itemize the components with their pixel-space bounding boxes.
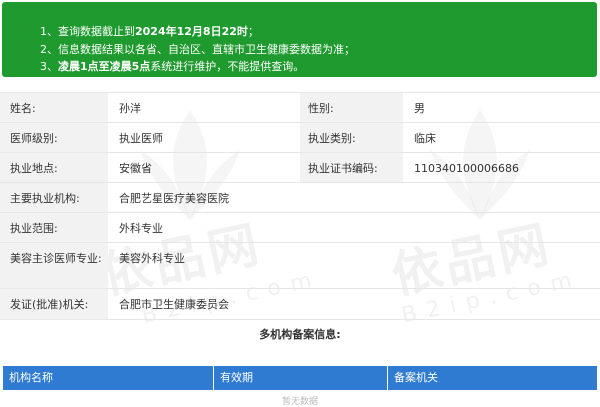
- location-value: 安徽省: [119, 162, 152, 175]
- info-row: 医师级别: 执业医师 执业类别: 临床: [0, 122, 600, 153]
- multi-institution-table-header: 机构名称 有效期 备案机关: [3, 366, 597, 390]
- column-header-authority: 备案机关: [394, 371, 438, 384]
- institution-label: 主要执业机构:: [0, 183, 108, 213]
- cert-value: 110340100006686: [414, 162, 519, 175]
- column-header-institution: 机构名称: [3, 366, 214, 390]
- notice-banner: 1、查询数据截止到2024年12月8日22时； 2、信息数据结果以各省、自治区、…: [2, 2, 597, 77]
- scope-label: 执业范围:: [0, 213, 108, 243]
- notice-line-3: 3、凌晨1点至凌晨5点系统进行维护，不能提供查询。: [40, 60, 305, 73]
- info-row: 主要执业机构: 合肥艺星医疗美容医院: [0, 182, 600, 213]
- name-value: 孙洋: [119, 102, 141, 115]
- issuer-value: 合肥市卫生健康委员会: [119, 298, 229, 311]
- scope-value: 外科专业: [119, 222, 163, 235]
- multi-institution-title: 多机构备案信息:: [259, 328, 341, 341]
- column-header-validity: 有效期: [214, 366, 388, 390]
- cert-label: 执业证书编码:: [300, 153, 403, 183]
- notice-line-2: 2、信息数据结果以各省、自治区、直辖市卫生健康委数据为准；: [40, 43, 355, 56]
- info-row: 姓名: 孙洋 性别: 男: [0, 92, 600, 123]
- category-label: 执业类别:: [300, 123, 403, 153]
- issuer-label: 发证(批准)机关:: [0, 289, 108, 319]
- notice-line-1: 1、查询数据截止到2024年12月8日22时；: [40, 25, 259, 38]
- cosmetic-value: 美容外科专业: [119, 252, 185, 265]
- name-label: 姓名:: [0, 93, 108, 123]
- institution-value: 合肥艺星医疗美容医院: [119, 192, 229, 205]
- info-row: 执业地点: 安徽省 执业证书编码: 110340100006686: [0, 152, 600, 183]
- category-value: 临床: [414, 132, 436, 145]
- gender-value: 男: [414, 102, 425, 115]
- level-value: 执业医师: [119, 132, 163, 145]
- info-row: 执业范围: 外科专业: [0, 212, 600, 243]
- level-label: 医师级别:: [0, 123, 108, 153]
- gender-label: 性别:: [300, 93, 403, 123]
- info-row: 发证(批准)机关: 合肥市卫生健康委员会: [0, 288, 600, 320]
- location-label: 执业地点:: [0, 153, 108, 183]
- info-row: 美容主诊医师专业: 美容外科专业: [0, 242, 600, 289]
- cosmetic-label: 美容主诊医师专业:: [0, 243, 108, 289]
